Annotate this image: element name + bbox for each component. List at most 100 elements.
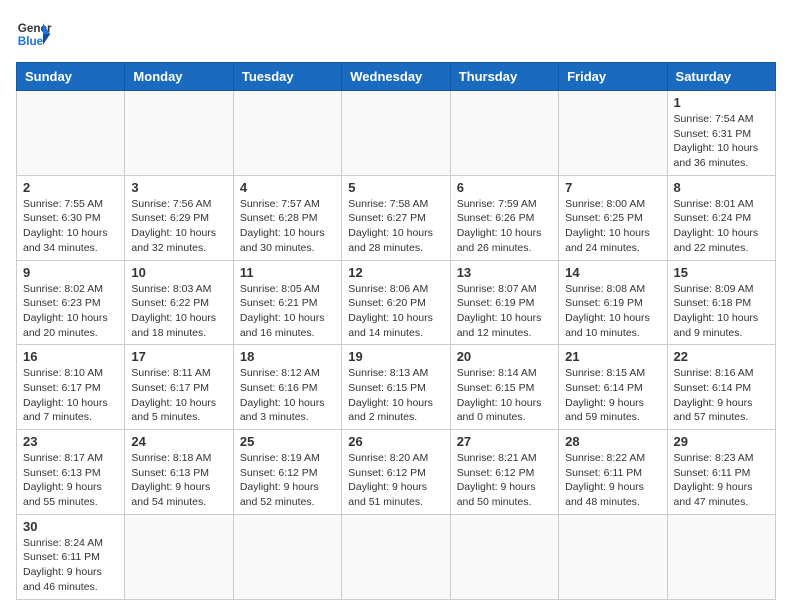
day-number: 30 <box>23 519 118 534</box>
calendar-cell: 17 Sunrise: 8:11 AM Sunset: 6:17 PM Dayli… <box>125 345 233 430</box>
day-info: Sunrise: 8:21 AM Sunset: 6:12 PM Dayligh… <box>457 451 552 510</box>
day-number: 13 <box>457 265 552 280</box>
calendar-cell <box>559 514 667 599</box>
weekday-header-thursday: Thursday <box>450 63 558 91</box>
day-number: 17 <box>131 349 226 364</box>
day-number: 20 <box>457 349 552 364</box>
day-number: 28 <box>565 434 660 449</box>
day-number: 3 <box>131 180 226 195</box>
logo: General Blue <box>16 16 52 52</box>
calendar-cell: 14 Sunrise: 8:08 AM Sunset: 6:19 PM Dayli… <box>559 260 667 345</box>
day-number: 14 <box>565 265 660 280</box>
weekday-header-sunday: Sunday <box>17 63 125 91</box>
day-info: Sunrise: 8:23 AM Sunset: 6:11 PM Dayligh… <box>674 451 769 510</box>
day-number: 29 <box>674 434 769 449</box>
day-number: 2 <box>23 180 118 195</box>
day-number: 11 <box>240 265 335 280</box>
day-info: Sunrise: 8:05 AM Sunset: 6:21 PM Dayligh… <box>240 282 335 341</box>
day-number: 1 <box>674 95 769 110</box>
day-info: Sunrise: 8:17 AM Sunset: 6:13 PM Dayligh… <box>23 451 118 510</box>
calendar-cell: 6 Sunrise: 7:59 AM Sunset: 6:26 PM Daylig… <box>450 175 558 260</box>
day-number: 18 <box>240 349 335 364</box>
calendar-cell: 10Sunrise: 8:03 AM Sunset: 6:22 PM Dayli… <box>125 260 233 345</box>
calendar-cell <box>125 514 233 599</box>
calendar-cell <box>233 514 341 599</box>
day-number: 21 <box>565 349 660 364</box>
calendar-cell: 3 Sunrise: 7:56 AM Sunset: 6:29 PM Daylig… <box>125 175 233 260</box>
svg-text:Blue: Blue <box>18 35 44 48</box>
calendar-cell <box>559 91 667 176</box>
day-info: Sunrise: 7:57 AM Sunset: 6:28 PM Dayligh… <box>240 197 335 256</box>
calendar-cell <box>17 91 125 176</box>
day-info: Sunrise: 7:59 AM Sunset: 6:26 PM Dayligh… <box>457 197 552 256</box>
calendar-cell: 28 Sunrise: 8:22 AM Sunset: 6:11 PM Dayli… <box>559 430 667 515</box>
week-row-4: 23 Sunrise: 8:17 AM Sunset: 6:13 PM Dayli… <box>17 430 776 515</box>
calendar-cell: 15 Sunrise: 8:09 AM Sunset: 6:18 PM Dayli… <box>667 260 775 345</box>
calendar-cell: 29 Sunrise: 8:23 AM Sunset: 6:11 PM Dayli… <box>667 430 775 515</box>
day-number: 5 <box>348 180 443 195</box>
calendar-cell: 7Sunrise: 8:00 AM Sunset: 6:25 PM Daylig… <box>559 175 667 260</box>
calendar-cell: 12Sunrise: 8:06 AM Sunset: 6:20 PM Dayli… <box>342 260 450 345</box>
calendar-cell: 20 Sunrise: 8:14 AM Sunset: 6:15 PM Dayli… <box>450 345 558 430</box>
calendar-cell: 2Sunrise: 7:55 AM Sunset: 6:30 PM Daylig… <box>17 175 125 260</box>
calendar-cell: 4 Sunrise: 7:57 AM Sunset: 6:28 PM Daylig… <box>233 175 341 260</box>
day-info: Sunrise: 8:08 AM Sunset: 6:19 PM Dayligh… <box>565 282 660 341</box>
calendar-cell: 22Sunrise: 8:16 AM Sunset: 6:14 PM Dayli… <box>667 345 775 430</box>
day-number: 24 <box>131 434 226 449</box>
week-row-2: 9 Sunrise: 8:02 AM Sunset: 6:23 PM Daylig… <box>17 260 776 345</box>
day-number: 15 <box>674 265 769 280</box>
weekday-header-row: SundayMondayTuesdayWednesdayThursdayFrid… <box>17 63 776 91</box>
week-row-1: 2Sunrise: 7:55 AM Sunset: 6:30 PM Daylig… <box>17 175 776 260</box>
day-number: 22 <box>674 349 769 364</box>
day-info: Sunrise: 8:24 AM Sunset: 6:11 PM Dayligh… <box>23 536 118 595</box>
day-info: Sunrise: 8:22 AM Sunset: 6:11 PM Dayligh… <box>565 451 660 510</box>
day-info: Sunrise: 8:14 AM Sunset: 6:15 PM Dayligh… <box>457 366 552 425</box>
day-info: Sunrise: 8:19 AM Sunset: 6:12 PM Dayligh… <box>240 451 335 510</box>
week-row-0: 1 Sunrise: 7:54 AM Sunset: 6:31 PM Daylig… <box>17 91 776 176</box>
calendar-cell <box>667 514 775 599</box>
day-info: Sunrise: 8:18 AM Sunset: 6:13 PM Dayligh… <box>131 451 226 510</box>
calendar-cell <box>450 514 558 599</box>
calendar-cell: 27Sunrise: 8:21 AM Sunset: 6:12 PM Dayli… <box>450 430 558 515</box>
calendar-cell: 16 Sunrise: 8:10 AM Sunset: 6:17 PM Dayli… <box>17 345 125 430</box>
weekday-header-tuesday: Tuesday <box>233 63 341 91</box>
weekday-header-wednesday: Wednesday <box>342 63 450 91</box>
calendar-cell: 24 Sunrise: 8:18 AM Sunset: 6:13 PM Dayli… <box>125 430 233 515</box>
day-info: Sunrise: 8:02 AM Sunset: 6:23 PM Dayligh… <box>23 282 118 341</box>
calendar-cell <box>450 91 558 176</box>
day-info: Sunrise: 8:10 AM Sunset: 6:17 PM Dayligh… <box>23 366 118 425</box>
calendar-cell: 18Sunrise: 8:12 AM Sunset: 6:16 PM Dayli… <box>233 345 341 430</box>
day-info: Sunrise: 8:13 AM Sunset: 6:15 PM Dayligh… <box>348 366 443 425</box>
week-row-5: 30 Sunrise: 8:24 AM Sunset: 6:11 PM Dayli… <box>17 514 776 599</box>
day-info: Sunrise: 8:20 AM Sunset: 6:12 PM Dayligh… <box>348 451 443 510</box>
day-number: 16 <box>23 349 118 364</box>
calendar-cell: 26 Sunrise: 8:20 AM Sunset: 6:12 PM Dayli… <box>342 430 450 515</box>
day-number: 23 <box>23 434 118 449</box>
calendar-cell: 9 Sunrise: 8:02 AM Sunset: 6:23 PM Daylig… <box>17 260 125 345</box>
calendar-cell: 5Sunrise: 7:58 AM Sunset: 6:27 PM Daylig… <box>342 175 450 260</box>
weekday-header-saturday: Saturday <box>667 63 775 91</box>
calendar-cell: 1 Sunrise: 7:54 AM Sunset: 6:31 PM Daylig… <box>667 91 775 176</box>
calendar-cell: 25 Sunrise: 8:19 AM Sunset: 6:12 PM Dayli… <box>233 430 341 515</box>
header-area: General Blue <box>16 16 776 52</box>
day-info: Sunrise: 8:09 AM Sunset: 6:18 PM Dayligh… <box>674 282 769 341</box>
day-number: 8 <box>674 180 769 195</box>
day-number: 19 <box>348 349 443 364</box>
calendar-cell <box>233 91 341 176</box>
day-info: Sunrise: 7:56 AM Sunset: 6:29 PM Dayligh… <box>131 197 226 256</box>
day-number: 25 <box>240 434 335 449</box>
day-info: Sunrise: 8:15 AM Sunset: 6:14 PM Dayligh… <box>565 366 660 425</box>
day-info: Sunrise: 8:03 AM Sunset: 6:22 PM Dayligh… <box>131 282 226 341</box>
day-info: Sunrise: 7:54 AM Sunset: 6:31 PM Dayligh… <box>674 112 769 171</box>
calendar-cell: 11 Sunrise: 8:05 AM Sunset: 6:21 PM Dayli… <box>233 260 341 345</box>
calendar-cell: 30 Sunrise: 8:24 AM Sunset: 6:11 PM Dayli… <box>17 514 125 599</box>
day-info: Sunrise: 8:01 AM Sunset: 6:24 PM Dayligh… <box>674 197 769 256</box>
day-number: 4 <box>240 180 335 195</box>
calendar-cell <box>125 91 233 176</box>
day-number: 26 <box>348 434 443 449</box>
day-number: 6 <box>457 180 552 195</box>
day-info: Sunrise: 8:00 AM Sunset: 6:25 PM Dayligh… <box>565 197 660 256</box>
weekday-header-monday: Monday <box>125 63 233 91</box>
day-number: 9 <box>23 265 118 280</box>
day-info: Sunrise: 8:11 AM Sunset: 6:17 PM Dayligh… <box>131 366 226 425</box>
